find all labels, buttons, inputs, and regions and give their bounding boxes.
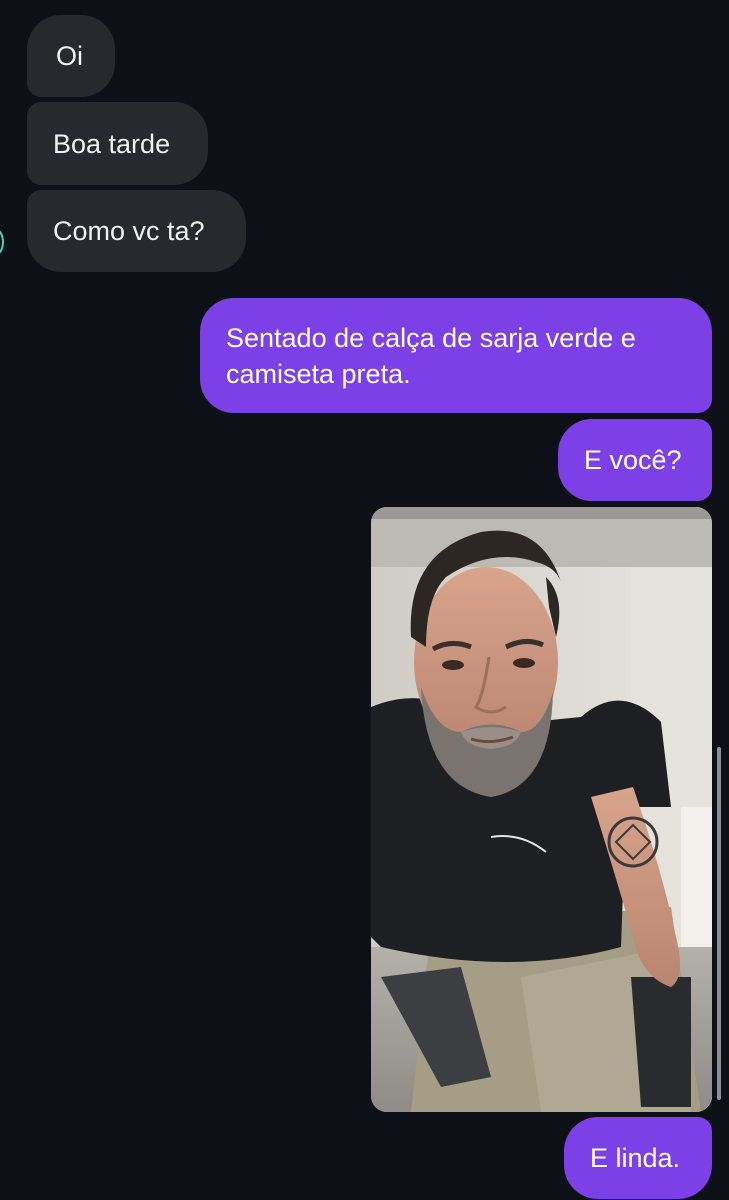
contact-avatar[interactable] [0,228,4,256]
message-text: Sentado de calça de sarja verde e camise… [226,322,636,389]
message-text: Oi [56,41,83,71]
incoming-message[interactable]: Boa tarde [27,102,208,185]
photo-message[interactable] [371,507,712,1112]
message-text: E linda. [590,1143,681,1173]
message-text: Boa tarde [53,128,171,159]
message-text: Como vc ta? [53,216,205,246]
selfie-photo-icon [371,507,712,1112]
outgoing-message[interactable]: Sentado de calça de sarja verde e camise… [200,298,712,413]
outgoing-message[interactable]: E você? [558,419,712,501]
incoming-message[interactable]: Como vc ta? [27,190,246,272]
scrollbar[interactable] [717,747,721,1100]
incoming-message[interactable]: Oi [27,15,115,97]
chat-screen: Oi Boa tarde Como vc ta? Sentado de calç… [0,0,729,1200]
message-text: E você? [584,445,682,475]
outgoing-message[interactable]: E linda. [564,1117,712,1199]
